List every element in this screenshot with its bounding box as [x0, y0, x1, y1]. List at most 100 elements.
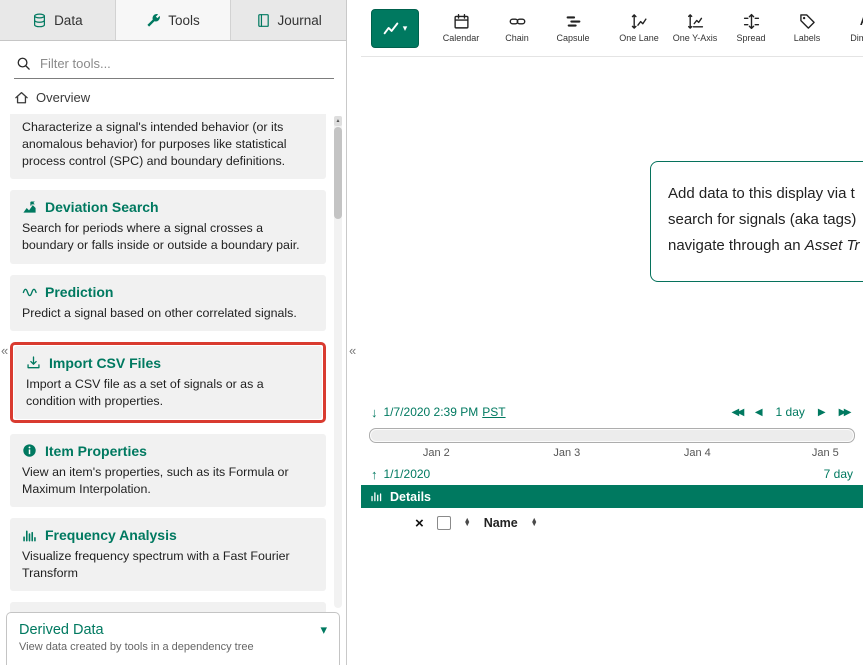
spread-icon [743, 13, 760, 30]
tool-card-boundaries[interactable]: Characterize a signal's intended behavio… [10, 114, 326, 179]
labels-tag-icon [799, 13, 816, 30]
fast-forward-icon[interactable]: ▶▶ [839, 407, 849, 418]
investigate-start-date[interactable]: 1/1/2020 [384, 467, 431, 481]
time-step-label[interactable]: 1 day [776, 405, 805, 419]
import-csv-icon [26, 355, 41, 370]
select-all-checkbox[interactable] [437, 516, 451, 530]
remove-all-icon[interactable]: × [415, 516, 424, 531]
time-range-slider[interactable] [369, 428, 855, 443]
app-window: Data Tools Journal [0, 0, 863, 665]
tool-card-export[interactable]: Export Export in different formats › [10, 602, 326, 612]
time-nav-controls: ◀◀ ◀ 1 day ▶ ▶▶ [731, 405, 853, 419]
scrollbar-thumb[interactable] [334, 127, 342, 219]
chain-icon [509, 13, 526, 30]
toolbar-label: Calendar [443, 33, 480, 43]
deviation-search-icon [22, 200, 37, 215]
toolbar-button-chain[interactable]: Chain [489, 10, 545, 46]
details-table-body [361, 538, 863, 665]
step-backward-icon[interactable]: ◀ [755, 407, 763, 418]
arrow-up-icon: ↑ [371, 467, 378, 482]
display-range-row: ↓ 1/7/2020 2:39 PM PST ◀◀ ◀ 1 day ▶ ▶▶ [361, 398, 863, 426]
derived-data-desc: View data created by tools in a dependen… [19, 641, 327, 653]
dropdown-caret-icon: ▾ [403, 23, 408, 34]
tool-list: Characterize a signal's intended behavio… [0, 114, 346, 612]
tool-desc: Visualize frequency spectrum with a Fast… [22, 548, 314, 582]
prediction-icon [22, 284, 37, 299]
empty-display-message: Add data to this display via t search fo… [650, 161, 863, 282]
fast-backward-icon[interactable]: ◀◀ [731, 407, 741, 418]
toolbar-label: Chain [505, 33, 529, 43]
journal-icon [256, 13, 271, 28]
investigate-range-row: ↑ 1/1/2020 7 day [361, 463, 863, 485]
toolbar-label: One Y-Axis [673, 33, 718, 43]
tool-title: Import CSV Files [49, 355, 161, 371]
tool-card-import-csv[interactable]: Import CSV Files Import a CSV file as a … [14, 346, 322, 419]
toolbar-button-labels[interactable]: Labels [779, 10, 835, 46]
derived-data-header[interactable]: Derived Data ▾ [19, 622, 327, 638]
info-icon [22, 443, 37, 458]
tool-card-frequency-analysis[interactable]: Frequency Analysis Visualize frequency s… [10, 518, 326, 591]
tool-desc: Search for periods where a signal crosse… [22, 220, 314, 254]
message-line-3: navigate through an Asset Tr [668, 233, 863, 259]
filter-tools-input[interactable] [14, 51, 334, 79]
database-icon [32, 13, 47, 28]
toolbar-button-capsule[interactable]: Capsule [545, 10, 601, 46]
axis-tick: Jan 2 [423, 447, 450, 459]
trend-view-icon [383, 20, 400, 37]
derived-data-title: Derived Data [19, 622, 104, 638]
name-column-header[interactable]: Name [484, 516, 518, 530]
tool-desc: Predict a signal based on other correlat… [22, 305, 314, 322]
axis-tick: Jan 3 [553, 447, 580, 459]
tool-title: Export [45, 611, 89, 612]
tab-tools-label: Tools [168, 13, 200, 28]
left-panel: Data Tools Journal [0, 0, 347, 665]
time-range-slider-fill[interactable] [371, 430, 853, 441]
toolbar-label: One Lane [619, 33, 659, 43]
tool-card-prediction[interactable]: Prediction Predict a signal based on oth… [10, 275, 326, 331]
tool-list-scrollbar[interactable]: ▲ [334, 116, 342, 608]
toolbar-button-one-lane[interactable]: One Lane [611, 10, 667, 46]
timezone-link[interactable]: PST [482, 405, 505, 419]
tool-title: Frequency Analysis [45, 527, 177, 543]
toolbar-label: Spread [736, 33, 765, 43]
toolbar-button-dimming[interactable]: A∴ Dimming [840, 10, 863, 46]
toolbar-button-spread[interactable]: Spread [723, 10, 779, 46]
tab-journal[interactable]: Journal [231, 0, 346, 40]
overview-label: Overview [36, 90, 90, 105]
home-icon [14, 90, 29, 105]
frequency-analysis-icon [22, 528, 37, 543]
sort-icon[interactable]: ▲▼ [464, 519, 471, 528]
step-forward-icon[interactable]: ▶ [818, 407, 826, 418]
overview-link[interactable]: Overview [0, 79, 346, 114]
tool-card-deviation-search[interactable]: Deviation Search Search for periods wher… [10, 190, 326, 263]
one-lane-icon [631, 13, 648, 30]
details-title: Details [390, 490, 431, 504]
tab-data[interactable]: Data [0, 0, 116, 40]
collapse-left-panel-icon[interactable]: « [1, 344, 8, 357]
collapse-tools-panel-icon[interactable]: « [349, 344, 356, 357]
tool-title: Item Properties [45, 443, 147, 459]
axis-tick: Jan 5 [812, 447, 839, 459]
investigate-duration[interactable]: 7 day [824, 467, 853, 481]
toolbar-button-one-y-axis[interactable]: One Y-Axis [667, 10, 723, 46]
display-start-datetime[interactable]: 1/7/2020 2:39 PM [384, 405, 479, 419]
tab-tools[interactable]: Tools [116, 0, 232, 40]
search-icon [16, 56, 31, 71]
sort-icon[interactable]: ▲▼ [531, 519, 538, 528]
tab-data-label: Data [54, 13, 83, 28]
arrow-down-icon: ↓ [371, 405, 378, 420]
chevron-down-icon: ▾ [320, 622, 327, 638]
details-panel-header[interactable]: Details [361, 485, 863, 508]
display-toolbar: ▾ Calendar Cha [361, 0, 863, 57]
calendar-icon [453, 13, 470, 30]
axis-tick: Jan 4 [684, 447, 711, 459]
tool-card-item-properties[interactable]: Item Properties View an item's propertie… [10, 434, 326, 507]
panel-divider [347, 0, 361, 665]
toolbar-button-calendar[interactable]: Calendar [433, 10, 489, 46]
capsule-icon [565, 13, 582, 30]
filter-tools-row [14, 51, 334, 79]
scrollbar-up-arrow[interactable]: ▲ [334, 116, 342, 126]
toolbar-label: Labels [794, 33, 821, 43]
trend-chart-area: Add data to this display via t search fo… [361, 57, 863, 398]
view-selector-dropdown[interactable]: ▾ [371, 9, 419, 48]
